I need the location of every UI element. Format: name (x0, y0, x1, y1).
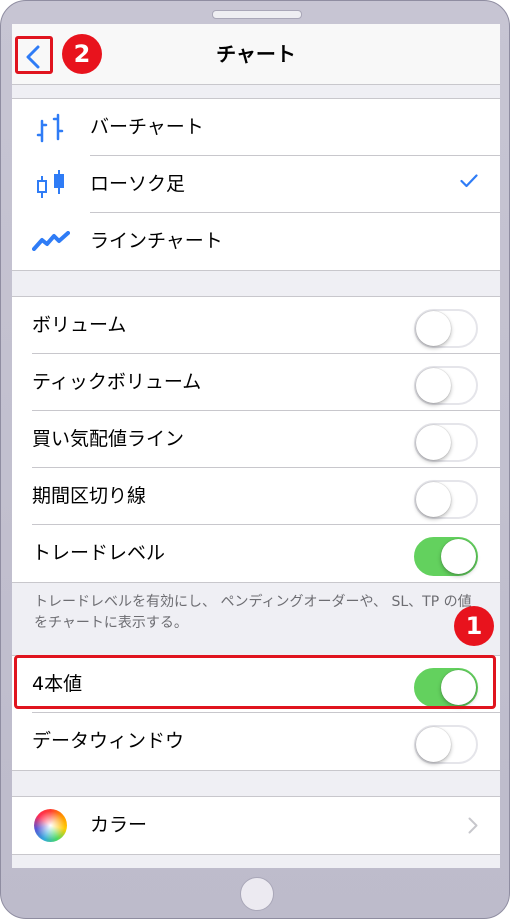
chevron-right-icon (468, 817, 478, 834)
chart-type-label: ラインチャート (90, 230, 223, 252)
setting-row-tick-volume: ティックボリューム (12, 354, 500, 411)
period-separators-toggle[interactable] (414, 480, 478, 519)
chart-type-label: バーチャート (90, 116, 204, 138)
color-label: カラー (90, 814, 148, 836)
toggle-knob (416, 368, 451, 403)
data-window-toggle[interactable] (414, 725, 478, 764)
toggle-knob (416, 311, 451, 346)
trade-levels-toggle[interactable] (414, 537, 478, 576)
setting-row-bid-line: 買い気配値ライン (12, 411, 500, 468)
chart-type-candlestick-row[interactable]: ローソク足 (12, 156, 500, 213)
bid-line-toggle[interactable] (414, 423, 478, 462)
chevron-left-icon (26, 45, 40, 69)
setting-label: 買い気配値ライン (32, 428, 185, 450)
annotation-marker-2: 2 (62, 34, 102, 74)
trade-levels-footnote: トレードレベルを有効にし、 ペンディングオーダーや、 SL、TP の値をチャート… (34, 594, 472, 631)
candlestick-icon (37, 170, 64, 198)
screen: チャート 2 バーチャート ローソク足 ラインチャート ボリューム ティックボリ… (12, 24, 500, 868)
setting-label: ボリューム (32, 314, 127, 336)
device-frame: チャート 2 バーチャート ローソク足 ラインチャート ボリューム ティックボリ… (0, 0, 510, 919)
tick-volume-toggle[interactable] (414, 366, 478, 405)
toggle-knob (416, 425, 451, 460)
setting-label: ティックボリューム (32, 371, 202, 393)
setting-row-data-window: データウィンドウ (12, 713, 500, 770)
display-settings-group: ボリューム ティックボリューム 買い気配値ライン 期間区切り線 トレードレベル (12, 296, 500, 583)
toggle-knob (441, 539, 476, 574)
setting-row-trade-levels: トレードレベル (12, 525, 500, 582)
volume-toggle[interactable] (414, 309, 478, 348)
chart-type-bar-row[interactable]: バーチャート (12, 99, 500, 156)
color-wheel-icon (34, 809, 67, 842)
chart-type-group: バーチャート ローソク足 ラインチャート (12, 98, 500, 271)
speaker-slot (212, 10, 302, 19)
checkmark-icon (460, 174, 478, 188)
ohlc-highlight-box (14, 655, 496, 709)
color-group: カラー (12, 796, 500, 855)
nav-bar: チャート 2 (12, 24, 500, 85)
bar-chart-icon (36, 113, 64, 143)
setting-row-period-separators: 期間区切り線 (12, 468, 500, 525)
chart-type-line-row[interactable]: ラインチャート (12, 213, 500, 270)
line-chart-icon (32, 231, 70, 251)
chart-type-label: ローソク足 (90, 173, 186, 195)
back-button[interactable] (15, 36, 53, 74)
toggle-knob (416, 727, 451, 762)
color-row[interactable]: カラー (12, 797, 500, 854)
home-button[interactable] (240, 877, 274, 911)
setting-label: 期間区切り線 (32, 485, 147, 507)
setting-label: データウィンドウ (32, 730, 185, 752)
toggle-knob (416, 482, 451, 517)
setting-label: トレードレベル (32, 542, 166, 564)
annotation-marker-1: 1 (454, 606, 494, 646)
setting-row-volume: ボリューム (12, 297, 500, 354)
